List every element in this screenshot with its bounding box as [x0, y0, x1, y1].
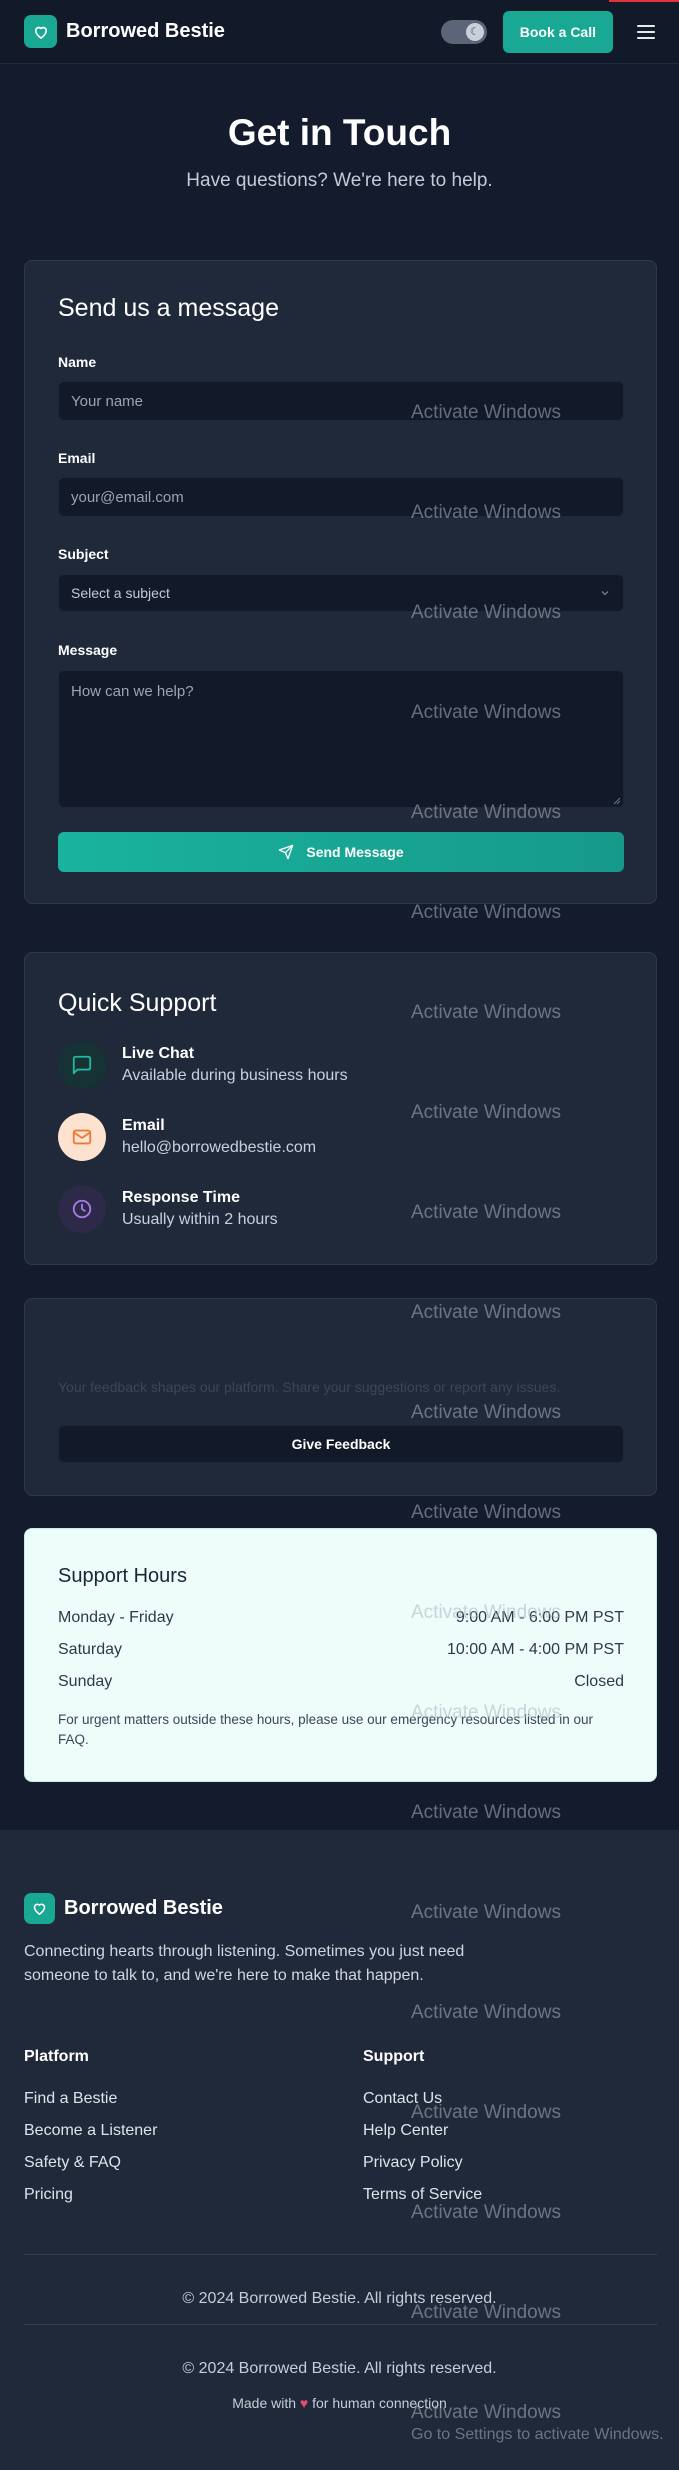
- activate-windows-watermark: Activate Windows: [411, 502, 561, 523]
- copyright-text: © 2024 Borrowed Bestie. All rights reser…: [182, 2360, 497, 2377]
- footer-link-find-bestie[interactable]: Find a Bestie: [24, 2090, 157, 2110]
- activate-windows-watermark: Activate Windows: [411, 1902, 561, 1923]
- chat-icon: [58, 1041, 106, 1089]
- hours-row: Saturday 10:00 AM - 4:00 PM PST: [58, 1641, 624, 1659]
- support-hours-title: Support Hours: [58, 1565, 187, 1587]
- feedback-card: Your feedback shapes our platform. Share…: [24, 1298, 657, 1496]
- activate-windows-watermark: Activate Windows: [411, 1802, 561, 1823]
- chevron-down-icon: [601, 591, 609, 596]
- moon-icon: ☾: [465, 22, 484, 41]
- live-chat-title: Live Chat: [122, 1045, 195, 1062]
- footer-link-privacy[interactable]: Privacy Policy: [363, 2154, 482, 2174]
- heart-logo-icon: [24, 1893, 55, 1924]
- activate-windows-watermark: Activate Windows: [411, 802, 561, 823]
- response-time-title: Response Time: [122, 1189, 240, 1206]
- made-with-text: Made with ♥ for human connection: [0, 2395, 679, 2411]
- subject-label: Subject: [58, 546, 109, 562]
- theme-toggle[interactable]: ☾: [440, 19, 487, 44]
- clock-icon: [58, 1185, 106, 1233]
- live-chat-item[interactable]: Live Chat Available during business hour…: [58, 1041, 348, 1089]
- response-time-sub: Usually within 2 hours: [122, 1211, 278, 1228]
- support-hours-card: Support Hours Monday - Friday 9:00 AM - …: [24, 1528, 657, 1782]
- footer-divider: [24, 2324, 657, 2325]
- activate-windows-watermark: Activate Windows: [411, 1302, 561, 1323]
- footer-link-become-listener[interactable]: Become a Listener: [24, 2122, 157, 2142]
- footer-link-pricing[interactable]: Pricing: [24, 2186, 157, 2206]
- email-label: Email: [58, 450, 96, 466]
- brand-name[interactable]: Borrowed Bestie: [66, 20, 225, 43]
- support-heading: Support: [363, 2048, 425, 2065]
- activate-windows-watermark: Activate Windows: [411, 2302, 561, 2323]
- response-time-item: Response Time Usually within 2 hours: [58, 1185, 278, 1233]
- email-support-title: Email: [122, 1117, 165, 1134]
- activate-windows-watermark: Activate Windows: [411, 902, 561, 923]
- activate-windows-watermark: Activate Windows: [411, 602, 561, 623]
- resize-grip-icon[interactable]: [613, 797, 621, 805]
- activate-windows-watermark: Activate Windows: [411, 1702, 561, 1723]
- footer-support-column: Support Contact Us Help Center Privacy P…: [363, 2048, 482, 2218]
- email-support-address[interactable]: hello@borrowedbestie.com: [122, 1139, 316, 1157]
- page-subtitle: Have questions? We're here to help.: [186, 170, 493, 191]
- message-placeholder: How can we help?: [71, 683, 194, 700]
- live-chat-sub: Available during business hours: [122, 1067, 348, 1084]
- footer: Borrowed Bestie Connecting hearts throug…: [0, 1830, 679, 2470]
- footer-brand[interactable]: Borrowed Bestie: [24, 1893, 223, 1924]
- message-label: Message: [58, 642, 118, 658]
- hours-day: Saturday: [58, 1641, 123, 1658]
- made-with-prefix: Made with: [232, 2395, 297, 2411]
- footer-link-safety-faq[interactable]: Safety & FAQ: [24, 2154, 157, 2174]
- copyright-text: © 2024 Borrowed Bestie. All rights reser…: [182, 2290, 497, 2307]
- send-icon: [279, 844, 294, 860]
- send-message-label: Send Message: [306, 844, 404, 860]
- activate-windows-watermark: Activate Windows: [411, 1002, 561, 1023]
- activate-windows-watermark: Activate Windows: [411, 1202, 561, 1223]
- mail-icon: [58, 1113, 106, 1161]
- hours-day: Monday - Friday: [58, 1609, 174, 1626]
- footer-platform-column: Platform Find a Bestie Become a Listener…: [24, 2048, 157, 2218]
- send-message-button[interactable]: Send Message: [58, 832, 624, 872]
- activate-windows-watermark: Activate Windows: [411, 2102, 561, 2123]
- give-feedback-button[interactable]: Give Feedback: [58, 1425, 624, 1463]
- form-title: Send us a message: [58, 294, 279, 322]
- book-call-button[interactable]: Book a Call: [502, 10, 613, 53]
- activate-windows-watermark: Activate Windows: [411, 2402, 561, 2423]
- top-accent-line: [609, 0, 679, 2]
- feedback-text: Your feedback shapes our platform. Share…: [58, 1379, 561, 1395]
- name-label: Name: [58, 354, 97, 370]
- activate-windows-watermark: Activate Windows: [411, 2202, 561, 2223]
- activate-windows-subtext: Go to Settings to activate Windows.: [411, 2426, 664, 2443]
- hero: Get in Touch Have questions? We're here …: [0, 64, 679, 192]
- email-support-item[interactable]: Email hello@borrowedbestie.com: [58, 1113, 316, 1161]
- quick-support-card: Quick Support Live Chat Available during…: [24, 952, 657, 1265]
- contact-form-card: Send us a message Name Your name Email y…: [24, 260, 657, 904]
- activate-windows-watermark: Activate Windows: [411, 1402, 561, 1423]
- subject-value: Select a subject: [71, 585, 170, 601]
- activate-windows-watermark: Activate Windows: [411, 2002, 561, 2023]
- header: Borrowed Bestie ☾ Book a Call: [0, 0, 679, 64]
- hamburger-menu-icon[interactable]: [637, 21, 655, 43]
- activate-windows-watermark: Activate Windows: [411, 1102, 561, 1123]
- footer-divider: [24, 2254, 657, 2255]
- hours-day: Sunday: [58, 1673, 113, 1690]
- activate-windows-watermark: Activate Windows: [411, 1602, 561, 1623]
- hours-row: Sunday Closed: [58, 1673, 624, 1691]
- activate-windows-watermark: Activate Windows: [411, 402, 561, 423]
- heart-icon: ♥: [299, 2395, 309, 2411]
- activate-windows-watermark: Activate Windows: [411, 1502, 561, 1523]
- page-title: Get in Touch: [227, 112, 452, 153]
- activate-windows-watermark: Activate Windows: [411, 702, 561, 723]
- message-textarea[interactable]: How can we help?: [58, 670, 624, 808]
- platform-heading: Platform: [24, 2048, 89, 2065]
- footer-description: Connecting hearts through listening. Som…: [24, 1943, 465, 1984]
- footer-link-help-center[interactable]: Help Center: [363, 2122, 482, 2142]
- heart-logo-icon[interactable]: [24, 15, 57, 48]
- footer-brand-name: Borrowed Bestie: [64, 1897, 223, 1919]
- hours-time: 10:00 AM - 4:00 PM PST: [447, 1641, 624, 1658]
- hours-time: Closed: [574, 1673, 624, 1690]
